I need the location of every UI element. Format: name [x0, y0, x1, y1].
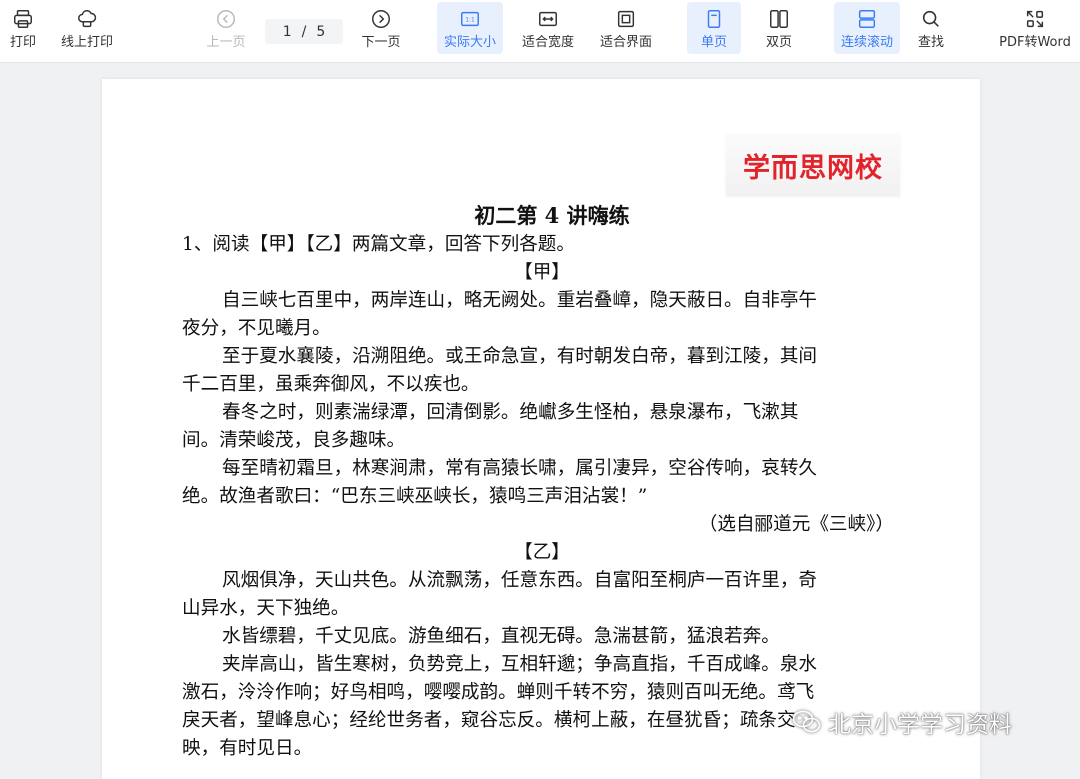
text-line: 至于夏水襄陵，沿溯阻绝。或王命急宣，有时朝发白帝，暮到江陵，其间 — [222, 346, 818, 367]
fit-page-label: 适合界面 — [599, 35, 652, 50]
current-page-number[interactable]: 1 — [283, 24, 292, 40]
wechat-watermark: 北京小学学习资料 — [792, 705, 1012, 739]
text-line: 千二百里，虽乘奔御风，不以疾也。 — [182, 374, 480, 395]
actual-size-label: 实际大小 — [443, 35, 496, 50]
single-page-label: 单页 — [700, 35, 727, 50]
source-citation: （选自郦道元《三峡》） — [698, 514, 894, 535]
page-separator: / — [301, 23, 307, 40]
chevron-right-circle-icon — [372, 10, 390, 28]
page-indicator[interactable]: 1 / 5 — [265, 19, 343, 44]
fit-page-button[interactable]: 适合界面 — [593, 2, 659, 54]
fit-page-icon — [617, 10, 635, 28]
print-button[interactable]: 打印 — [4, 2, 42, 54]
text-line: 夜分，不见曦月。 — [182, 318, 331, 339]
prev-page-label: 上一页 — [206, 35, 246, 50]
question-line: 1、阅读【甲】【乙】两篇文章，回答下列各题。 — [182, 234, 575, 255]
actual-size-icon: 1:1 — [461, 11, 479, 27]
text-line: 自三峡七百里中，两岸连山，略无阙处。重岩叠嶂，隐天蔽日。自非亭午 — [222, 290, 818, 311]
text-line: 山异水，天下独绝。 — [182, 598, 350, 619]
total-page-number: 5 — [316, 23, 326, 40]
cloud-print-icon — [78, 10, 97, 28]
document-title: 初二第 4 讲嗨练 — [474, 203, 630, 228]
text-line: 春冬之时，则素湍绿潭，回清倒影。绝巘多生怪柏，悬泉瀑布，飞漱其 — [222, 402, 799, 423]
pdf-to-word-button[interactable]: PDF转Word — [994, 2, 1076, 54]
single-page-icon — [707, 10, 721, 28]
next-page-label: 下一页 — [361, 35, 401, 50]
text-line: 水皆缥碧，千丈见底。游鱼细石，直视无碍。急湍甚箭，猛浪若奔。 — [222, 626, 780, 647]
text-line: 间。清荣峻茂，良多趣味。 — [182, 430, 406, 451]
single-page-button[interactable]: 单页 — [687, 2, 741, 54]
online-print-label: 线上打印 — [60, 35, 113, 50]
text-line: 映，有时见日。 — [182, 738, 313, 759]
prev-page-button[interactable]: 上一页 — [201, 2, 251, 54]
chevron-left-circle-icon — [217, 10, 235, 28]
double-page-button[interactable]: 双页 — [752, 2, 806, 54]
fit-width-icon — [539, 11, 557, 27]
online-print-button[interactable]: 线上打印 — [56, 2, 118, 54]
actual-size-button[interactable]: 1:1 实际大小 — [437, 2, 503, 54]
pdf-viewer-toolbar: 打印 线上打印 上一页 1 / 5 下一页 1:1 实际大小 适合宽度 适合界面… — [0, 0, 1080, 63]
next-page-button[interactable]: 下一页 — [356, 2, 406, 54]
double-page-icon — [770, 10, 788, 28]
find-label: 查找 — [917, 35, 944, 50]
fit-width-button[interactable]: 适合宽度 — [515, 2, 581, 54]
watermark-text: 北京小学学习资料 — [828, 712, 1012, 738]
logo-banner: 学而思网校 — [726, 134, 900, 196]
text-line: 风烟俱净，天山共色。从流飘荡，任意东西。自富阳至桐庐一百许里，奇 — [222, 570, 818, 591]
section-heading-jia: 【甲】 — [514, 262, 570, 283]
text-line: 绝。故渔者歌曰：“巴东三峡巫峡长，猿鸣三声泪沾裳！” — [182, 486, 648, 507]
logo-text: 学而思网校 — [743, 152, 883, 184]
find-button[interactable]: 查找 — [906, 2, 956, 54]
svg-text:1:1: 1:1 — [465, 16, 475, 23]
continuous-scroll-label: 连续滚动 — [840, 35, 893, 50]
section-heading-yi: 【乙】 — [514, 542, 570, 563]
fit-width-label: 适合宽度 — [521, 35, 574, 50]
text-line: 激石，泠泠作响；好鸟相鸣，嘤嘤成韵。蝉则千转不穷，猿则百叫无绝。鸢飞 — [182, 682, 815, 703]
double-page-label: 双页 — [765, 35, 792, 50]
search-icon — [922, 10, 939, 27]
continuous-scroll-button[interactable]: 连续滚动 — [834, 2, 900, 54]
document-page: 学而思网校 初二第 4 讲嗨练 1、阅读【甲】【乙】两篇文章，回答下列各题。 【… — [102, 79, 980, 779]
printer-icon — [14, 10, 32, 28]
document-content: 初二第 4 讲嗨练 1、阅读【甲】【乙】两篇文章，回答下列各题。 【甲】 自三峡… — [182, 201, 902, 763]
pdf-to-word-label: PDF转Word — [999, 35, 1071, 50]
text-line: 每至晴初霜旦，林寒涧肃，常有高猿长啸，属引凄异，空谷传响，哀转久 — [222, 458, 818, 479]
print-label: 打印 — [9, 35, 36, 50]
wechat-icon — [792, 710, 821, 733]
continuous-scroll-icon — [858, 10, 876, 28]
convert-icon — [1026, 10, 1044, 28]
text-line: 夹岸高山，皆生寒树，负势竞上，互相轩邈；争高直指，千百成峰。泉水 — [222, 654, 818, 675]
